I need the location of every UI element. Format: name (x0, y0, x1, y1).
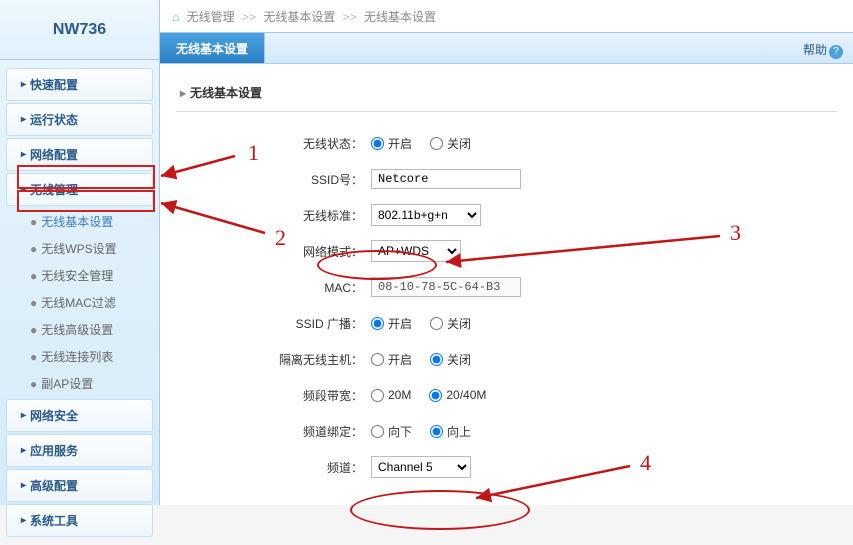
network-mode-select[interactable]: AP+WDS (371, 240, 461, 262)
tab-wlan-basic[interactable]: 无线基本设置 (160, 33, 265, 63)
main-panel: ⌂ 无线管理 >> 无线基本设置 >> 无线基本设置 无线基本设置 帮助? ▸无… (160, 0, 853, 505)
row-network-mode: 网络模式： AP+WDS (216, 240, 797, 262)
nav-wlan-subap[interactable]: ●副AP设置 (6, 370, 153, 397)
label-ssid-broadcast: SSID 广播： (216, 315, 371, 332)
row-channel-bind: 频道绑定： 向下 向上 (216, 420, 797, 442)
radio-isolate-on[interactable]: 开启 (371, 351, 412, 368)
nav-wlan-clients[interactable]: ●无线连接列表 (6, 343, 153, 370)
nav-app-services[interactable]: ▸应用服务 (6, 434, 153, 467)
label-channel: 频道： (216, 459, 371, 476)
tab-bar: 无线基本设置 帮助? (160, 32, 853, 64)
nav-network-security[interactable]: ▸网络安全 (6, 399, 153, 432)
row-ssid: SSID号： (216, 168, 797, 190)
help-icon: ? (829, 45, 843, 59)
radio-bind-down[interactable]: 向下 (371, 423, 412, 440)
bullet-icon: ● (30, 323, 37, 337)
nav-wlan-basic[interactable]: ●无线基本设置 (6, 208, 153, 235)
caret-right-icon: ▸ (21, 79, 26, 90)
breadcrumb-sep-icon: >> (242, 10, 256, 24)
caret-right-icon: ▸ (21, 184, 26, 195)
breadcrumb: ⌂ 无线管理 >> 无线基本设置 >> 无线基本设置 (160, 0, 853, 32)
content-area: ▸无线基本设置 无线状态： 开启 关闭 SSID号： 无线标准： 802.11b… (160, 64, 853, 505)
caret-right-icon: ▸ (21, 114, 26, 125)
breadcrumb-sep-icon: >> (343, 10, 357, 24)
nav-wireless-mgmt[interactable]: ▸无线管理 (6, 173, 153, 206)
bullet-icon: ● (30, 350, 37, 364)
sidebar: NW736 ▸快速配置 ▸运行状态 ▸网络配置 ▸无线管理 ●无线基本设置 ●无… (0, 0, 160, 505)
row-channel: 频道： Channel 5 (216, 456, 797, 478)
settings-form: 无线状态： 开启 关闭 SSID号： 无线标准： 802.11b+g+n 网络模… (176, 112, 837, 505)
nav-wlan-wps[interactable]: ●无线WPS设置 (6, 235, 153, 262)
channel-select[interactable]: Channel 5 (371, 456, 471, 478)
caret-right-icon: ▸ (180, 86, 186, 100)
nav-quick-config[interactable]: ▸快速配置 (6, 68, 153, 101)
nav-system-tools[interactable]: ▸系统工具 (6, 504, 153, 537)
row-ssid-broadcast: SSID 广播： 开启 关闭 (216, 312, 797, 334)
row-isolate: 隔离无线主机： 开启 关闭 (216, 348, 797, 370)
radio-broadcast-on[interactable]: 开启 (371, 315, 412, 332)
caret-right-icon: ▸ (21, 515, 26, 526)
caret-right-icon: ▸ (21, 480, 26, 491)
nav-advanced-config[interactable]: ▸高级配置 (6, 469, 153, 502)
device-model: NW736 (53, 21, 106, 39)
radio-isolate-off[interactable]: 关闭 (430, 351, 471, 368)
radio-bw-20[interactable]: 20M (371, 388, 411, 402)
standard-select[interactable]: 802.11b+g+n (371, 204, 481, 226)
ssid-input[interactable] (371, 169, 521, 189)
home-icon: ⌂ (172, 10, 179, 24)
radio-bw-2040[interactable]: 20/40M (429, 388, 486, 402)
panel-heading: ▸无线基本设置 (176, 74, 837, 112)
nav-run-status[interactable]: ▸运行状态 (6, 103, 153, 136)
caret-right-icon: ▸ (21, 445, 26, 456)
bullet-icon: ● (30, 242, 37, 256)
mac-display (371, 277, 521, 297)
caret-right-icon: ▸ (21, 410, 26, 421)
label-isolate: 隔离无线主机： (216, 351, 371, 368)
label-bandwidth: 频段带宽： (216, 387, 371, 404)
label-standard: 无线标准： (216, 207, 371, 224)
radio-bind-up[interactable]: 向上 (430, 423, 471, 440)
logo-box: NW736 (0, 0, 159, 60)
help-link[interactable]: 帮助? (803, 41, 843, 59)
label-wireless-state: 无线状态： (216, 135, 371, 152)
radio-state-off[interactable]: 关闭 (430, 135, 471, 152)
bullet-icon: ● (30, 296, 37, 310)
radio-broadcast-off[interactable]: 关闭 (430, 315, 471, 332)
label-ssid: SSID号： (216, 171, 371, 188)
label-mac: MAC： (216, 279, 371, 296)
bullet-icon: ● (30, 377, 37, 391)
row-mac: MAC： (216, 276, 797, 298)
nav-wlan-advanced[interactable]: ●无线高级设置 (6, 316, 153, 343)
nav-network-config[interactable]: ▸网络配置 (6, 138, 153, 171)
label-network-mode: 网络模式： (216, 243, 371, 260)
row-wireless-state: 无线状态： 开启 关闭 (216, 132, 797, 154)
nav-wlan-mac[interactable]: ●无线MAC过滤 (6, 289, 153, 316)
row-bandwidth: 频段带宽： 20M 20/40M (216, 384, 797, 406)
nav-wlan-security[interactable]: ●无线安全管理 (6, 262, 153, 289)
caret-right-icon: ▸ (21, 149, 26, 160)
nav-menu: ▸快速配置 ▸运行状态 ▸网络配置 ▸无线管理 ●无线基本设置 ●无线WPS设置… (0, 60, 159, 545)
label-channel-bind: 频道绑定： (216, 423, 371, 440)
bullet-icon: ● (30, 269, 37, 283)
row-standard: 无线标准： 802.11b+g+n (216, 204, 797, 226)
radio-state-on[interactable]: 开启 (371, 135, 412, 152)
bullet-icon: ● (30, 215, 37, 229)
